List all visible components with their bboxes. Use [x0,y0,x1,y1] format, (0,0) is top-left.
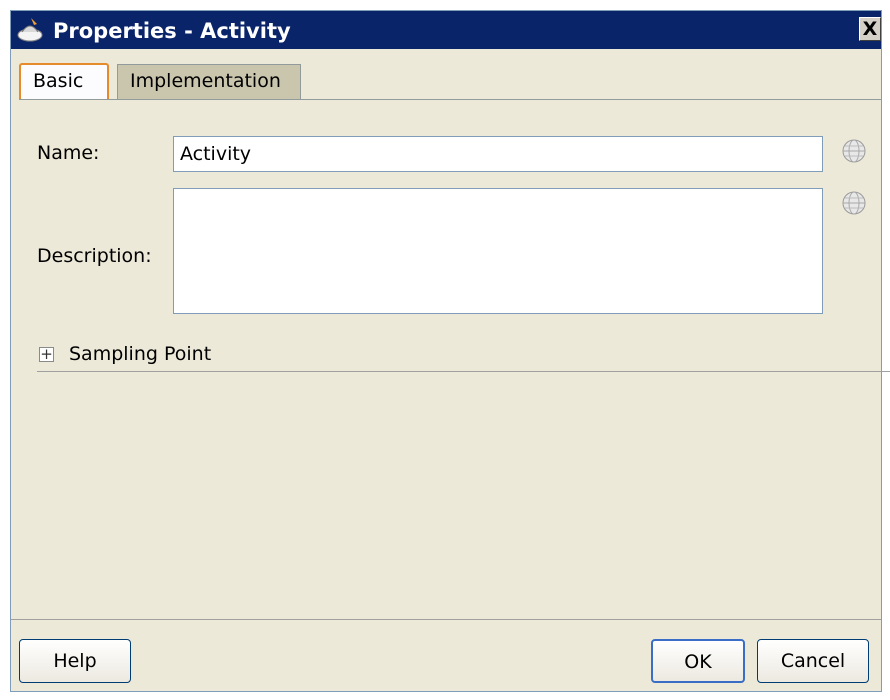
description-label: Description: [37,245,152,267]
ok-button[interactable]: OK [651,639,745,683]
globe-icon[interactable] [841,138,867,164]
sampling-point-label[interactable]: Sampling Point [69,343,211,365]
basic-panel: Name: Description: + Sampling Point [19,99,890,610]
help-button[interactable]: Help [19,639,131,683]
name-label: Name: [37,142,100,164]
window-title: Properties - Activity [53,19,291,43]
section-divider [37,371,890,372]
properties-dialog: Properties - Activity X Basic Implementa… [10,10,890,692]
close-button[interactable]: X [859,17,881,41]
activity-icon [15,15,45,45]
tab-implementation[interactable]: Implementation [117,64,301,99]
description-field[interactable] [173,188,823,314]
title-bar[interactable]: Properties - Activity X [11,11,881,49]
globe-icon[interactable] [841,190,867,216]
tab-basic[interactable]: Basic [19,63,109,99]
footer-divider [11,619,881,620]
expand-icon[interactable]: + [39,347,54,362]
cancel-button[interactable]: Cancel [757,639,869,683]
name-field[interactable] [173,136,823,172]
